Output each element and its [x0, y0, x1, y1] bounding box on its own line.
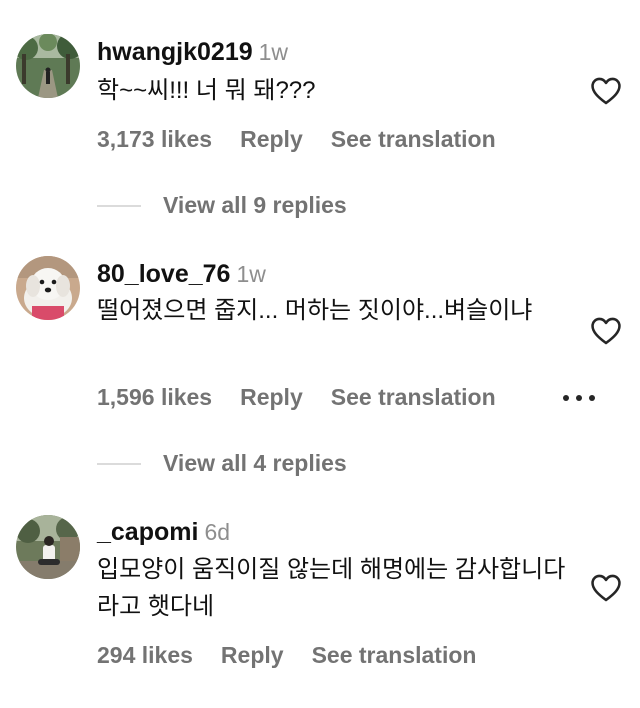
username[interactable]: 80_love_76: [97, 260, 230, 288]
see-translation-button[interactable]: See translation: [331, 384, 496, 410]
reply-button[interactable]: Reply: [221, 642, 284, 668]
person-sitting-photo: [16, 515, 80, 579]
white-dog-photo: [16, 256, 80, 320]
avatar[interactable]: [16, 256, 80, 320]
comment-text: 입모양이 움직이질 않는데 해명에는 감사합니다라고 햇다네: [97, 556, 566, 620]
username[interactable]: hwangjk0219: [97, 38, 253, 66]
comment-time: 6d: [204, 519, 231, 545]
comment-header: hwangjk0219 1w: [97, 38, 288, 67]
view-replies-button[interactable]: View all 9 replies: [97, 192, 347, 222]
comment-time: 1w: [236, 261, 266, 287]
view-replies-button[interactable]: View all 4 replies: [97, 450, 347, 480]
comment-item: _capomi 6d 입모양이 움직이질 않는데 해명에는 감사합니다라고 햇다네…: [0, 500, 640, 708]
comment-actions: 294 likes Reply See translation: [97, 642, 504, 669]
see-translation-button[interactable]: See translation: [331, 126, 496, 152]
view-replies-label: View all 4 replies: [163, 450, 347, 476]
more-dots-icon[interactable]: [561, 388, 597, 408]
heart-outline-icon[interactable]: [589, 74, 623, 108]
comment-actions: 1,596 likes Reply See translation: [97, 384, 524, 411]
likes-count[interactable]: 1,596 likes: [97, 384, 212, 410]
likes-count[interactable]: 294 likes: [97, 642, 193, 668]
avatar[interactable]: [16, 515, 80, 579]
divider: [97, 462, 141, 465]
comment-text: 떨어졌으면 줍지... 머하는 짓이야...벼슬이냐: [97, 297, 533, 324]
comment-text: 학~~씨!!! 너 뭐 돼???: [97, 77, 316, 104]
reply-button[interactable]: Reply: [240, 126, 303, 152]
username[interactable]: _capomi: [97, 518, 198, 546]
likes-count[interactable]: 3,173 likes: [97, 126, 212, 152]
view-replies-label: View all 9 replies: [163, 192, 347, 218]
forest-path-photo: [16, 34, 80, 98]
comment-item: 80_love_76 1w 떨어졌으면 줍지... 머하는 짓이야...벼슬이냐 …: [0, 240, 640, 500]
comment-item: hwangjk0219 1w 학~~씨!!! 너 뭐 돼??? 3,173 lik…: [0, 0, 640, 240]
reply-button[interactable]: Reply: [240, 384, 303, 410]
heart-outline-icon[interactable]: [589, 571, 623, 605]
heart-outline-icon[interactable]: [589, 314, 623, 348]
comment-header: 80_love_76 1w: [97, 260, 266, 289]
avatar[interactable]: [16, 34, 80, 98]
divider: [97, 204, 141, 207]
comment-header: _capomi 6d: [97, 518, 230, 547]
see-translation-button[interactable]: See translation: [312, 642, 477, 668]
comment-actions: 3,173 likes Reply See translation: [97, 126, 524, 153]
comment-time: 1w: [258, 39, 289, 65]
